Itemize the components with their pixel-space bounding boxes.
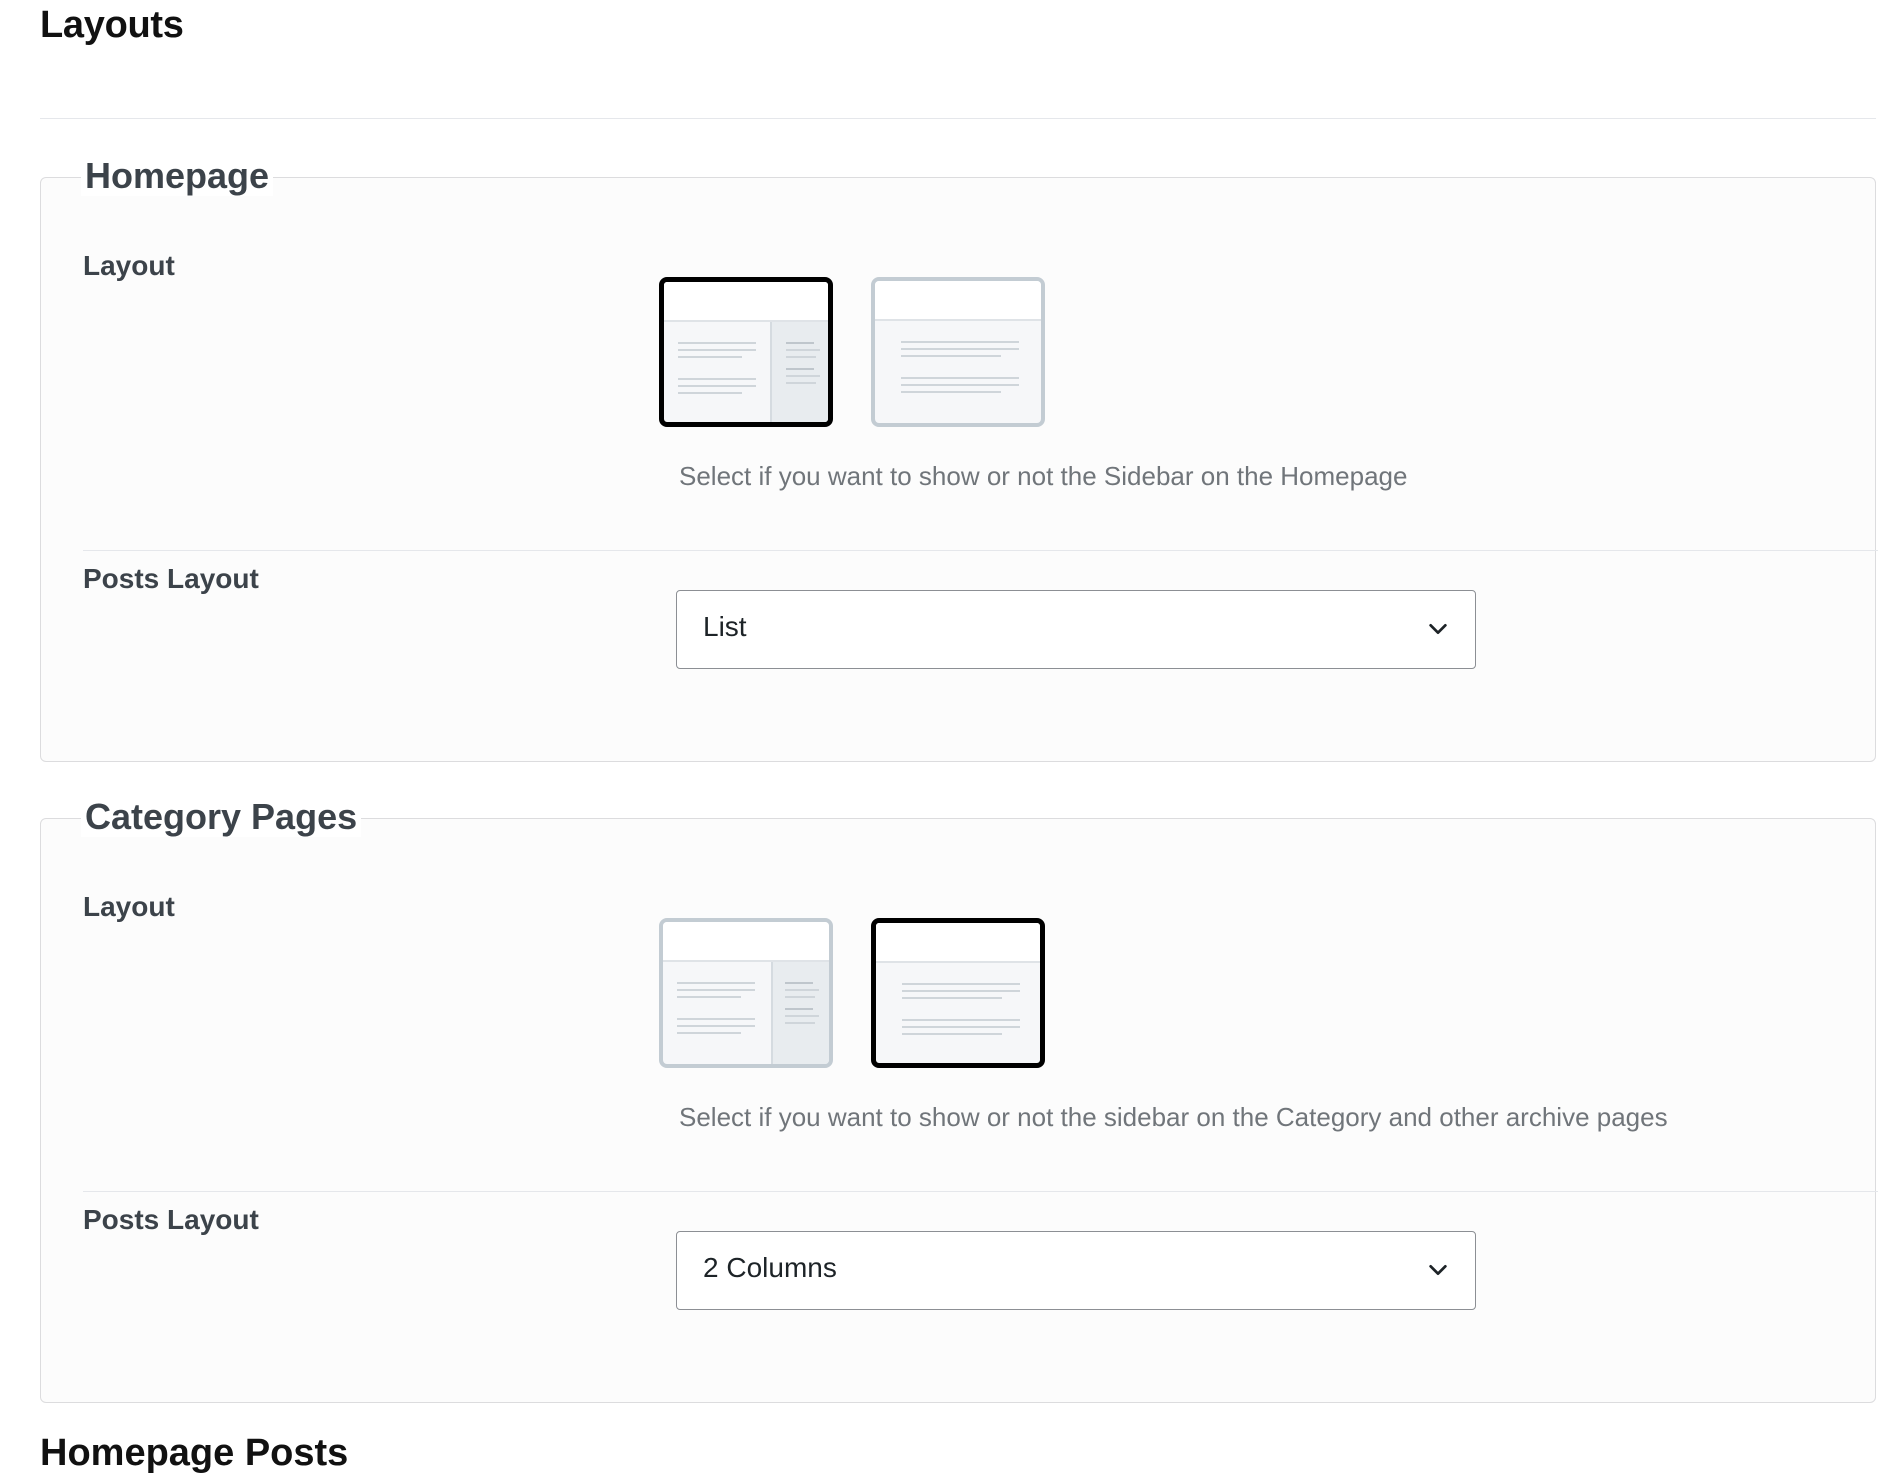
select-value: List xyxy=(703,611,747,642)
layout-label: Layout xyxy=(83,891,175,922)
page-title: Layouts xyxy=(40,4,184,46)
settings-page: Layouts Homepage Layout Select if you wa… xyxy=(0,0,1904,1474)
section-legend: Category Pages xyxy=(81,797,362,837)
layout-option-no-sidebar[interactable] xyxy=(871,277,1045,427)
layout-option-no-sidebar[interactable] xyxy=(871,918,1045,1068)
layout-options xyxy=(659,277,1045,427)
layout-help-text: Select if you want to show or not the Si… xyxy=(679,461,1408,491)
posts-layout-select[interactable]: 2 Columns xyxy=(676,1231,1476,1310)
layout-help-text: Select if you want to show or not the si… xyxy=(679,1102,1668,1132)
layout-option-with-sidebar[interactable] xyxy=(659,277,833,427)
layout-options xyxy=(659,918,1045,1068)
homepage-section: Homepage Layout Select if you want to sh… xyxy=(40,156,1878,762)
title-divider xyxy=(40,118,1876,119)
next-section-heading: Homepage Posts xyxy=(40,1432,349,1474)
posts-layout-select[interactable]: List xyxy=(676,590,1476,669)
row-divider xyxy=(83,1191,1878,1192)
layout-option-with-sidebar[interactable] xyxy=(659,918,833,1068)
posts-layout-label: Posts Layout xyxy=(83,563,259,594)
select-value: 2 Columns xyxy=(703,1252,837,1283)
section-legend: Homepage xyxy=(81,156,274,196)
layout-label: Layout xyxy=(83,250,175,281)
row-divider xyxy=(83,550,1878,551)
chevron-down-icon xyxy=(1429,623,1447,635)
chevron-down-icon xyxy=(1429,1264,1447,1276)
posts-layout-label: Posts Layout xyxy=(83,1204,259,1235)
category-pages-section: Category Pages Layout Select if you want… xyxy=(40,797,1878,1403)
